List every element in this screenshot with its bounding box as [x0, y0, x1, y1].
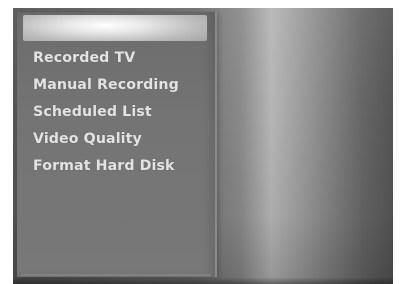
menu-list: Recorded TV Manual Recording Scheduled L… — [33, 45, 179, 180]
menu-item-format-hard-disk[interactable]: Format Hard Disk — [33, 153, 179, 180]
menu-item-video-quality[interactable]: Video Quality — [33, 126, 179, 153]
menu-item-manual-recording[interactable]: Manual Recording — [33, 72, 179, 99]
menu-item-scheduled-list[interactable]: Scheduled List — [33, 99, 179, 126]
tv-screen: Recorded TV Manual Recording Scheduled L… — [13, 8, 393, 284]
screen-bottom-edge — [13, 278, 393, 284]
menu-panel: Recorded TV Manual Recording Scheduled L… — [17, 12, 217, 277]
menu-header-highlight — [23, 15, 207, 41]
menu-item-recorded-tv[interactable]: Recorded TV — [33, 45, 179, 72]
menu-footer-divider — [21, 274, 211, 276]
